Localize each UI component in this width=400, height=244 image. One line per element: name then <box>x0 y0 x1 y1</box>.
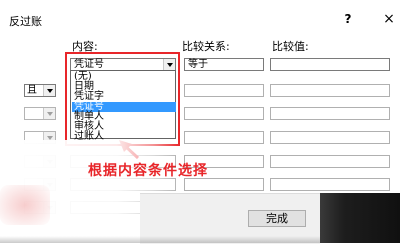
blur-edge <box>0 236 320 243</box>
background-strip <box>320 193 400 243</box>
annotation-text: 根据内容条件选择 <box>88 163 208 179</box>
done-button[interactable]: 完成 <box>248 210 306 227</box>
blur-patch <box>0 185 50 225</box>
